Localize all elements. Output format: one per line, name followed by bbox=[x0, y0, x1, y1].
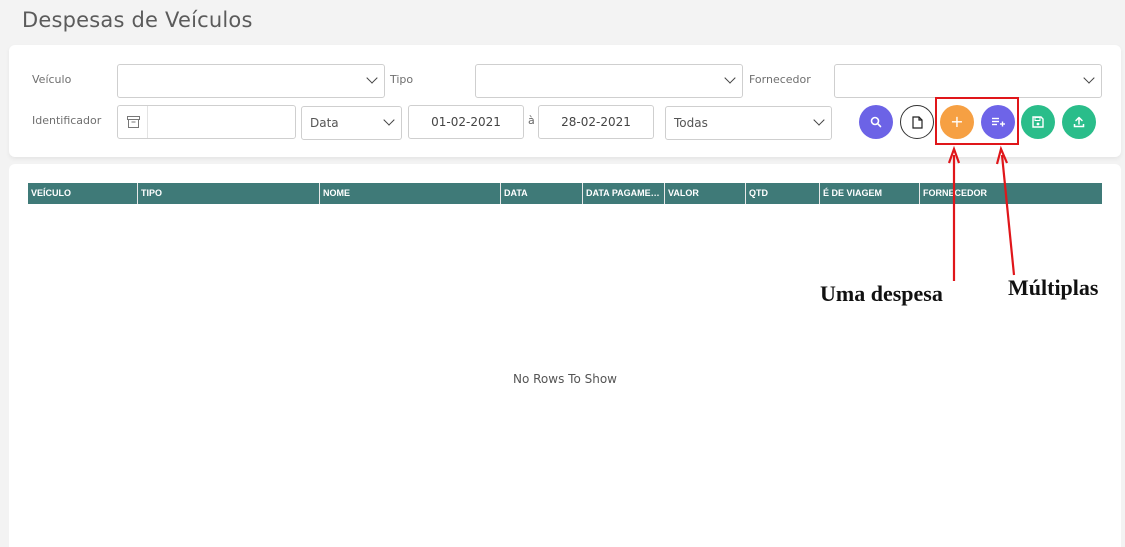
column-header[interactable]: DATA PAGAMENTO bbox=[583, 183, 665, 204]
chevron-down-icon bbox=[724, 72, 736, 84]
annotation-multiple: Múltiplas bbox=[1008, 275, 1099, 300]
status-value: Todas bbox=[674, 116, 708, 130]
upload-icon bbox=[1073, 116, 1085, 128]
highlight-box bbox=[935, 97, 1019, 145]
fornecedor-label: Fornecedor bbox=[749, 73, 811, 86]
date-type-value: Data bbox=[310, 116, 339, 130]
identificador-label: Identificador bbox=[32, 114, 102, 127]
date-separator: à bbox=[528, 114, 535, 127]
column-header[interactable]: QTD bbox=[746, 183, 820, 204]
search-button[interactable] bbox=[859, 105, 893, 139]
chevron-down-icon bbox=[1083, 72, 1095, 84]
page-title: Despesas de Veículos bbox=[22, 8, 253, 32]
archive-icon bbox=[127, 116, 140, 128]
fornecedor-select[interactable] bbox=[834, 64, 1102, 98]
search-icon bbox=[870, 116, 882, 128]
new-document-button[interactable] bbox=[900, 105, 934, 139]
empty-grid-message: No Rows To Show bbox=[513, 372, 617, 386]
annotation-single: Uma despesa bbox=[820, 281, 943, 306]
chevron-down-icon bbox=[366, 72, 378, 84]
chevron-down-icon bbox=[813, 114, 825, 126]
save-button[interactable] bbox=[1021, 105, 1055, 139]
date-type-select[interactable]: Data bbox=[301, 106, 402, 140]
date-from-input[interactable]: 01-02-2021 bbox=[408, 105, 524, 139]
document-icon bbox=[911, 115, 923, 129]
column-header[interactable]: DATA bbox=[501, 183, 583, 204]
veiculo-label: Veículo bbox=[32, 73, 72, 86]
status-select[interactable]: Todas bbox=[665, 106, 832, 140]
chevron-down-icon bbox=[383, 114, 395, 126]
tipo-label: Tipo bbox=[390, 73, 414, 86]
column-header[interactable]: TIPO bbox=[138, 183, 320, 204]
column-header[interactable]: NOME bbox=[320, 183, 501, 204]
column-header[interactable]: VEÍCULO bbox=[28, 183, 138, 204]
annotation-arrows bbox=[947, 145, 1016, 281]
column-header[interactable]: VALOR bbox=[665, 183, 746, 204]
upload-button[interactable] bbox=[1062, 105, 1096, 139]
column-header[interactable]: É DE VIAGEM bbox=[820, 183, 920, 204]
save-icon bbox=[1032, 116, 1044, 128]
veiculo-select[interactable] bbox=[117, 64, 385, 98]
identificador-addon bbox=[118, 106, 148, 138]
date-to-input[interactable]: 28-02-2021 bbox=[538, 105, 654, 139]
tipo-select[interactable] bbox=[475, 64, 743, 98]
identificador-input[interactable] bbox=[117, 105, 296, 139]
